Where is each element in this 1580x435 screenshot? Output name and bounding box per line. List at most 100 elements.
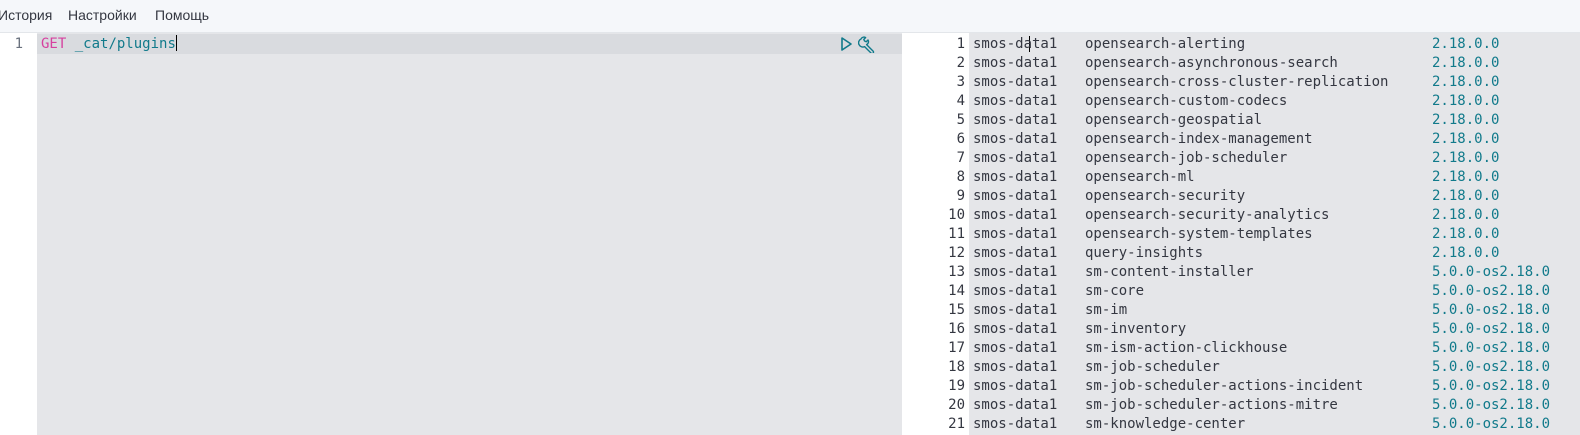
output-line-number: 21 [948, 416, 965, 432]
output-row: smos-data1 opensearch-asynchronous-search… [973, 54, 1499, 73]
top-menu-bar: История Настройки Помощь [0, 0, 1580, 33]
plugin-version: 2.18.0.0 [1432, 207, 1500, 223]
plugin-node: smos-data1 [973, 397, 1058, 413]
editor-code-area[interactable]: GET _cat/plugins [37, 33, 902, 435]
plugin-node: smos-data1 [973, 93, 1058, 109]
output-line-number: 11 [948, 226, 965, 242]
plugin-version: 5.0.0-os2.18.0 [1432, 283, 1551, 299]
plugin-name: opensearch-asynchronous-search [1085, 55, 1338, 71]
plugin-node: smos-data1 [973, 302, 1058, 318]
plugin-node: smos-data1 [973, 283, 1058, 299]
request-editor[interactable]: 1 GET _cat/plugins [0, 33, 902, 435]
output-line-number: 17 [948, 340, 965, 356]
editor-line-number: 1 [14, 36, 23, 52]
plugin-node: smos-data1 [973, 226, 1058, 242]
plugin-node: smos-data1 [973, 378, 1058, 394]
pane-divider[interactable] [902, 33, 913, 435]
plugin-name: sm-job-scheduler-actions-mitre [1085, 397, 1338, 413]
plugin-version: 5.0.0-os2.18.0 [1432, 264, 1551, 280]
output-line-number: 10 [948, 207, 965, 223]
plugin-node: smos-data1 [973, 340, 1058, 356]
output-row: smos-data1 opensearch-custom-codecs 2.18.0… [973, 92, 1499, 111]
plugin-version: 5.0.0-os2.18.0 [1432, 359, 1551, 375]
plugin-node: smos-data1 [973, 245, 1058, 261]
menu-settings[interactable]: Настройки [68, 7, 137, 23]
plugin-node: smos-data1 [973, 112, 1058, 128]
output-line-number: 1 [956, 36, 965, 52]
plugin-node: smos-data1 [973, 74, 1058, 90]
output-line-number: 16 [948, 321, 965, 337]
output-row: smos-data1 sm-knowledge-center 5.0.0-os2.1… [973, 415, 1550, 434]
plugin-node: smos-data1 [973, 264, 1058, 280]
plugin-node: smos-data1 [973, 416, 1058, 432]
plugin-version: 2.18.0.0 [1432, 131, 1500, 147]
output-row: smos-data1 sm-content-installer 5.0.0-os2.… [973, 263, 1550, 282]
output-row: smos-data1 sm-ism-action-clickhouse 5.0.0-… [973, 339, 1550, 358]
wrench-icon[interactable] [858, 35, 878, 53]
plugin-version: 2.18.0.0 [1432, 169, 1500, 185]
response-output: 1 2 3 4 5 6 7 8 9 10 11 12 13 14 15 16 17 18 19 20 21 smos-d… [913, 33, 1580, 435]
plugin-node: smos-data1 [973, 55, 1058, 71]
plugin-name: opensearch-cross-cluster-replication [1085, 74, 1389, 90]
output-line-number: 18 [948, 359, 965, 375]
plugin-version: 5.0.0-os2.18.0 [1432, 378, 1551, 394]
plugin-name: opensearch-security [1085, 188, 1246, 204]
plugin-version: 5.0.0-os2.18.0 [1432, 397, 1551, 413]
output-row: smos-data1 sm-job-scheduler-actions-mitre… [973, 396, 1550, 415]
play-icon[interactable] [837, 35, 855, 53]
output-line-number: 4 [956, 93, 965, 109]
output-row: smos-data1 opensearch-job-scheduler 2.18.0… [973, 149, 1499, 168]
output-line-number: 5 [956, 112, 965, 128]
output-row: smos-data1 opensearch-security 2.18.0.0 [973, 187, 1499, 206]
output-row: smos-data1 sm-inventory 5.0.0-os2.18.0 [973, 320, 1550, 339]
plugin-name: sm-inventory [1085, 321, 1187, 337]
plugin-version: 2.18.0.0 [1432, 55, 1500, 71]
request-method: GET [41, 36, 67, 52]
output-line-number: 3 [956, 74, 965, 90]
plugin-node: smos-data1 [973, 359, 1058, 375]
output-row: smos-data1 opensearch-security-analytics 2… [973, 206, 1499, 225]
plugin-node: smos-data1 [973, 188, 1058, 204]
plugin-name: query-insights [1085, 245, 1204, 261]
output-line-number: 19 [948, 378, 965, 394]
output-row: smos-data1 opensearch-geospatial 2.18.0.0 [973, 111, 1499, 130]
plugin-version: 2.18.0.0 [1432, 112, 1500, 128]
output-gutter: 1 2 3 4 5 6 7 8 9 10 11 12 13 14 15 16 17 18 19 20 21 [913, 33, 969, 435]
output-row: smos-data1 query-insights 2.18.0.0 [973, 244, 1499, 263]
text-cursor [175, 35, 177, 51]
output-line-number: 12 [948, 245, 965, 261]
output-row: smos-data1 opensearch-system-templates 2.1… [973, 225, 1499, 244]
plugin-name: sm-knowledge-center [1085, 416, 1246, 432]
plugin-node: smos-data1 [973, 131, 1058, 147]
plugin-node: smos-data1 [973, 207, 1058, 223]
request-line[interactable]: GET _cat/plugins [41, 35, 177, 54]
output-line-number: 8 [956, 169, 965, 185]
plugin-name: opensearch-system-templates [1085, 226, 1313, 242]
plugin-version: 2.18.0.0 [1432, 245, 1500, 261]
output-line-number: 14 [948, 283, 965, 299]
output-line-number: 15 [948, 302, 965, 318]
plugin-version: 2.18.0.0 [1432, 150, 1500, 166]
output-line-number: 7 [956, 150, 965, 166]
output-row: smos-data1 opensearch-cross-cluster-repli… [973, 73, 1499, 92]
plugin-name: opensearch-index-management [1085, 131, 1313, 147]
output-line-number: 20 [948, 397, 965, 413]
plugin-name: sm-core [1085, 283, 1145, 299]
plugin-name: opensearch-geospatial [1085, 112, 1263, 128]
output-row: smos-data1 sm-core 5.0.0-os2.18.0 [973, 282, 1550, 301]
request-path: _cat/plugins [74, 36, 176, 52]
plugin-name: sm-job-scheduler [1085, 359, 1220, 375]
output-row: smos-data1 sm-job-scheduler 5.0.0-os2.18.0 [973, 358, 1550, 377]
plugin-version: 5.0.0-os2.18.0 [1432, 302, 1551, 318]
output-line-number: 2 [956, 55, 965, 71]
output-row: smos-data1 opensearch-alerting 2.18.0.0 [973, 35, 1499, 54]
menu-history[interactable]: История [0, 7, 52, 23]
menu-help[interactable]: Помощь [155, 7, 209, 23]
plugin-name: sm-job-scheduler-actions-incident [1085, 378, 1364, 394]
plugin-name: sm-im [1085, 302, 1128, 318]
plugin-version: 2.18.0.0 [1432, 74, 1500, 90]
plugin-name: opensearch-alerting [1085, 36, 1246, 52]
output-row: smos-data1 sm-im 5.0.0-os2.18.0 [973, 301, 1550, 320]
editor-gutter: 1 [0, 33, 37, 435]
plugin-name: opensearch-ml [1085, 169, 1195, 185]
